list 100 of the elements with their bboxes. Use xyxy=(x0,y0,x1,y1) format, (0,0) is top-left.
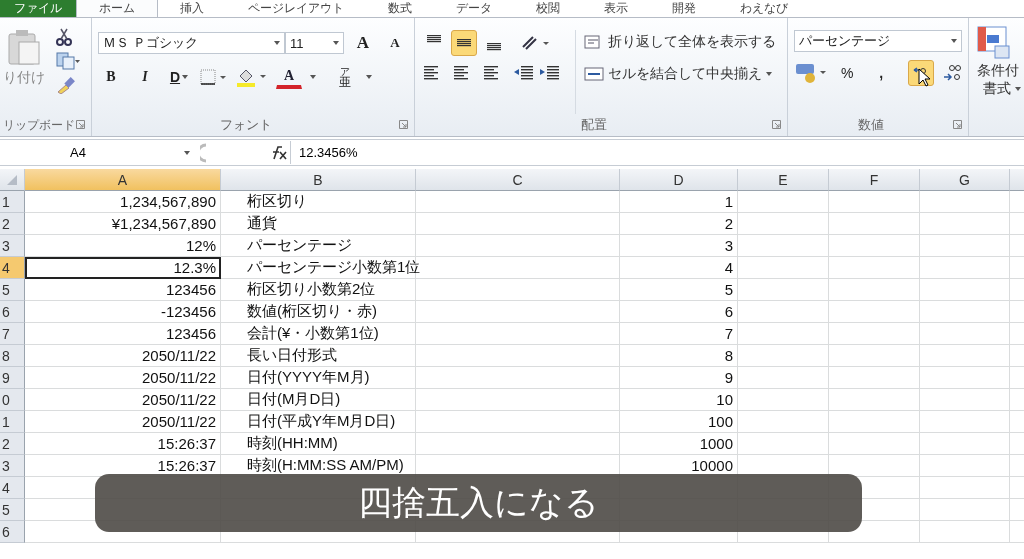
conditional-format-button[interactable]: 条件付 書式 xyxy=(977,62,1021,98)
font-name-select[interactable]: ＭＳ Ｐゴシック xyxy=(98,32,285,54)
formula-input[interactable]: 12.3456% xyxy=(290,141,1024,164)
group-label: フォント xyxy=(220,116,272,134)
table-cell: 1 xyxy=(620,191,738,213)
row-header[interactable]: 3 xyxy=(0,235,25,257)
decrease-indent-icon[interactable] xyxy=(513,64,535,80)
ribbon-tab[interactable]: ページレイアウト xyxy=(226,0,366,17)
row-header[interactable]: 9 xyxy=(0,367,25,389)
column-header[interactable]: G xyxy=(920,169,1010,191)
grow-font-button[interactable]: A xyxy=(350,30,376,56)
italic-button[interactable]: I xyxy=(132,64,158,90)
caret-icon xyxy=(184,150,190,155)
table-cell: 8 xyxy=(620,345,738,367)
scissors-icon[interactable] xyxy=(56,28,72,46)
ribbon-tab[interactable]: 校閲 xyxy=(514,0,582,17)
copy-icon[interactable] xyxy=(56,52,80,70)
font-size-select[interactable]: 11 xyxy=(284,32,344,54)
caret-icon xyxy=(182,75,189,79)
dialog-launcher-icon[interactable] xyxy=(953,120,962,129)
table-cell: 10 xyxy=(620,389,738,411)
mouse-cursor-icon xyxy=(918,68,932,88)
table-cell: 3 xyxy=(620,235,738,257)
vertical-align-button[interactable] xyxy=(451,30,477,56)
row-header[interactable]: 4 xyxy=(0,477,25,499)
format-painter-icon[interactable] xyxy=(56,76,76,94)
conditional-format-icon[interactable] xyxy=(977,26,1011,60)
ribbon-tab[interactable]: 開発 xyxy=(650,0,718,17)
row-header[interactable]: 2 xyxy=(0,433,25,455)
table-cell: 数値(桁区切り・赤) xyxy=(221,301,416,323)
row-header[interactable]: 4 xyxy=(0,257,25,279)
subtitle-caption: 四捨五入になる xyxy=(95,474,862,532)
row-header[interactable]: 1 xyxy=(0,191,25,213)
table-cell: 15:26:37 xyxy=(25,433,221,455)
table-cell: 9 xyxy=(620,367,738,389)
ribbon-tab[interactable]: わえなび xyxy=(718,0,810,17)
currency-icon[interactable] xyxy=(794,62,827,84)
column-header[interactable]: C xyxy=(416,169,620,191)
group-label: リップボード xyxy=(2,117,75,133)
row-header[interactable]: 5 xyxy=(0,499,25,521)
row-header[interactable]: 3 xyxy=(0,455,25,477)
shrink-font-button[interactable]: A xyxy=(382,30,408,56)
table-cell: -123456 xyxy=(25,301,221,323)
borders-icon[interactable] xyxy=(200,69,228,85)
file-tab[interactable]: ファイル xyxy=(0,0,76,17)
wrap-text-button[interactable]: 折り返して全体を表示する xyxy=(584,30,776,54)
table-cell: 100 xyxy=(620,411,738,433)
fx-icon[interactable] xyxy=(200,142,290,163)
table-cell: 2050/11/22 xyxy=(25,389,221,411)
row-header[interactable]: 5 xyxy=(0,279,25,301)
row-header[interactable]: 7 xyxy=(0,323,25,345)
increase-decimal-icon[interactable] xyxy=(942,63,962,83)
dialog-launcher-icon[interactable] xyxy=(772,120,781,129)
row-header[interactable]: 0 xyxy=(0,389,25,411)
table-cell: 2050/11/22 xyxy=(25,411,221,433)
table-cell: 2050/11/22 xyxy=(25,367,221,389)
row-header[interactable]: 8 xyxy=(0,345,25,367)
row-header[interactable]: 6 xyxy=(0,301,25,323)
font-color-button[interactable]: A xyxy=(276,65,302,89)
ribbon-tab[interactable]: 挿入 xyxy=(158,0,226,17)
caret-icon xyxy=(273,41,280,45)
table-cell: ¥1,234,567,890 xyxy=(25,213,221,235)
column-header[interactable]: B xyxy=(221,169,416,191)
table-cell: 7 xyxy=(620,323,738,345)
table-cell: 2 xyxy=(620,213,738,235)
row-header[interactable]: 6 xyxy=(0,521,25,543)
name-box[interactable]: A4 xyxy=(0,141,200,164)
table-cell: 2050/11/22 xyxy=(25,345,221,367)
underline-button[interactable]: D xyxy=(166,64,192,90)
group-label: 配置 xyxy=(581,116,607,134)
caret-icon xyxy=(1015,87,1021,91)
percent-style-button[interactable]: % xyxy=(834,60,861,86)
table-cell: 桁区切り xyxy=(221,191,416,213)
column-header[interactable]: A xyxy=(25,169,221,191)
comma-style-button[interactable]: , xyxy=(868,60,895,86)
caret-icon xyxy=(766,72,772,76)
table-cell: 時刻(HH:MM) xyxy=(221,433,416,455)
orientation-icon[interactable] xyxy=(521,35,551,51)
bold-button[interactable]: B xyxy=(98,64,124,90)
ribbon-tab[interactable]: データ xyxy=(434,0,514,17)
caret-icon xyxy=(333,41,339,45)
row-header[interactable]: 1 xyxy=(0,411,25,433)
column-header[interactable]: D xyxy=(620,169,738,191)
increase-indent-icon[interactable] xyxy=(539,64,561,80)
merge-center-button[interactable]: セルを結合して中央揃え xyxy=(584,62,776,86)
caret-icon xyxy=(951,39,957,43)
caret-icon xyxy=(366,75,372,79)
column-header[interactable]: F xyxy=(829,169,920,191)
table-cell: 会計(¥・小数第1位) xyxy=(221,323,416,345)
dialog-launcher-icon[interactable] xyxy=(399,120,408,129)
group-label: 数値 xyxy=(858,116,884,134)
dialog-launcher-icon[interactable] xyxy=(76,120,85,129)
ribbon-tab[interactable]: 表示 xyxy=(582,0,650,17)
ribbon-tab[interactable]: 数式 xyxy=(366,0,434,17)
fill-color-icon[interactable] xyxy=(236,67,268,87)
column-header[interactable]: E xyxy=(738,169,829,191)
number-format-select[interactable]: パーセンテージ xyxy=(794,30,962,52)
row-header[interactable]: 2 xyxy=(0,213,25,235)
phonetic-button[interactable]: ア 亜 xyxy=(332,64,358,90)
ribbon-tab[interactable]: ホーム xyxy=(76,0,158,17)
